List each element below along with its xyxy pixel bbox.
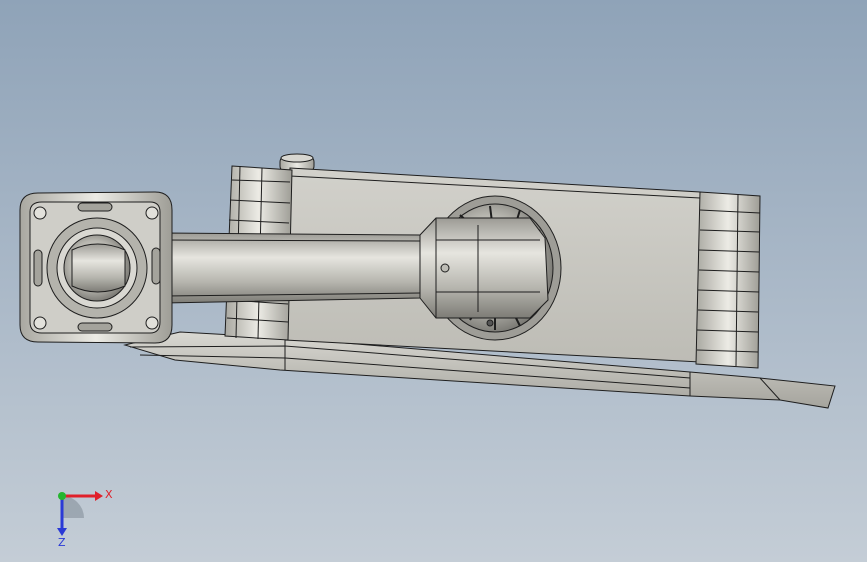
3d-model-view[interactable] xyxy=(0,0,867,562)
y-axis-dot xyxy=(58,492,66,500)
square-flange xyxy=(19,191,173,344)
coordinate-triad: X Z xyxy=(57,488,113,548)
arm-joint xyxy=(419,217,549,319)
z-axis-label: Z xyxy=(58,536,66,548)
z-axis-arrowhead xyxy=(57,528,67,536)
triad-plane xyxy=(62,496,84,518)
x-axis-arrowhead xyxy=(95,491,103,501)
graphics-viewport[interactable]: X Z xyxy=(0,0,867,562)
x-axis-label: X xyxy=(105,488,113,501)
right-fin-column xyxy=(695,191,761,369)
arm-tube xyxy=(164,232,421,304)
